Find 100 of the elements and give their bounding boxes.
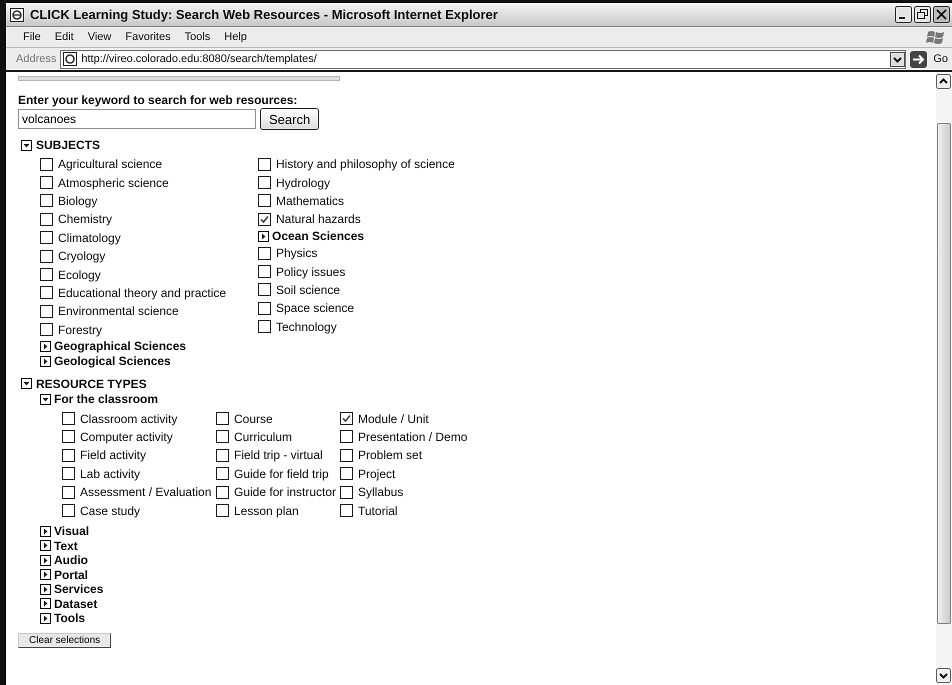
checkbox[interactable] bbox=[62, 467, 75, 480]
checkbox[interactable] bbox=[40, 250, 53, 263]
checkbox-label[interactable]: Lesson plan bbox=[234, 504, 299, 518]
section-heading[interactable]: RESOURCE TYPES bbox=[36, 376, 147, 391]
expand-icon[interactable] bbox=[258, 230, 269, 242]
collapse-icon[interactable] bbox=[21, 140, 32, 150]
category-heading[interactable]: Ocean Sciences bbox=[272, 229, 364, 244]
checkbox[interactable] bbox=[40, 268, 53, 282]
checkbox[interactable] bbox=[258, 320, 271, 334]
checkbox-label[interactable]: Space science bbox=[276, 301, 354, 316]
checkbox-label[interactable]: Curriculum bbox=[234, 430, 292, 444]
checkbox-label[interactable]: Forestry bbox=[58, 322, 102, 337]
checkbox-label[interactable]: Classroom activity bbox=[80, 412, 178, 426]
checkbox-label[interactable]: Chemistry bbox=[58, 212, 112, 226]
expand-icon[interactable] bbox=[40, 540, 51, 551]
category-heading[interactable]: Visual bbox=[54, 524, 90, 538]
checkbox[interactable] bbox=[216, 430, 229, 444]
checkbox[interactable] bbox=[62, 412, 75, 426]
expand-icon[interactable] bbox=[40, 340, 51, 352]
menu-item[interactable]: File bbox=[16, 31, 48, 43]
checkbox[interactable] bbox=[258, 176, 271, 190]
scroll-down-icon[interactable] bbox=[936, 668, 951, 683]
checkbox[interactable] bbox=[258, 194, 271, 208]
checkbox[interactable] bbox=[40, 304, 53, 318]
collapse-icon[interactable] bbox=[21, 378, 32, 390]
checkbox-label[interactable]: Agricultural science bbox=[58, 157, 162, 172]
expand-icon[interactable] bbox=[40, 584, 51, 594]
checkbox[interactable] bbox=[40, 323, 53, 336]
checkbox-label[interactable]: Ecology bbox=[58, 268, 101, 282]
clear-selections-button[interactable]: Clear selections bbox=[18, 633, 112, 648]
menu-item[interactable]: View bbox=[80, 31, 118, 43]
checkbox[interactable] bbox=[62, 430, 75, 444]
expand-icon[interactable] bbox=[40, 526, 51, 536]
restore-icon[interactable] bbox=[914, 6, 931, 23]
checkbox-label[interactable]: Project bbox=[358, 466, 396, 481]
collapse-icon[interactable] bbox=[40, 394, 51, 405]
scroll-up-icon[interactable] bbox=[936, 74, 951, 89]
checkbox-label[interactable]: Natural hazards bbox=[276, 212, 361, 226]
checkbox[interactable] bbox=[40, 194, 53, 208]
scrollbar[interactable] bbox=[936, 72, 952, 685]
checkbox[interactable] bbox=[258, 158, 271, 171]
checkbox-label[interactable]: Guide for field trip bbox=[234, 466, 329, 481]
go-button[interactable]: Go bbox=[933, 53, 948, 65]
checkbox[interactable] bbox=[40, 212, 53, 226]
checkbox-label[interactable]: Biology bbox=[58, 194, 98, 208]
minimize-icon[interactable] bbox=[895, 6, 912, 23]
checkbox-label[interactable]: Policy issues bbox=[276, 264, 346, 279]
close-icon[interactable] bbox=[933, 6, 950, 23]
search-button[interactable]: Search bbox=[260, 108, 320, 130]
scroll-thumb[interactable] bbox=[937, 123, 951, 624]
category-heading[interactable]: Audio bbox=[54, 553, 88, 567]
checkbox[interactable] bbox=[62, 486, 75, 499]
checkbox[interactable] bbox=[340, 412, 353, 426]
checkbox-label[interactable]: History and philosophy of science bbox=[276, 157, 455, 172]
menu-item[interactable]: Help bbox=[217, 31, 254, 43]
checkbox[interactable] bbox=[216, 467, 229, 480]
checkbox-label[interactable]: Guide for instructor bbox=[234, 485, 336, 500]
checkbox[interactable] bbox=[340, 448, 353, 462]
menu-item[interactable]: Edit bbox=[48, 31, 81, 43]
checkbox-label[interactable]: Environmental science bbox=[58, 304, 179, 318]
checkbox[interactable] bbox=[258, 265, 271, 278]
expand-icon[interactable] bbox=[40, 569, 51, 580]
checkbox-label[interactable]: Syllabus bbox=[358, 485, 404, 500]
checkbox[interactable] bbox=[340, 467, 353, 480]
checkbox[interactable] bbox=[216, 504, 229, 518]
category-heading[interactable]: Dataset bbox=[54, 596, 98, 610]
checkbox[interactable] bbox=[258, 283, 271, 296]
checkbox-label[interactable]: Field trip - virtual bbox=[234, 448, 323, 462]
checkbox[interactable] bbox=[340, 430, 353, 444]
checkbox-label[interactable]: Case study bbox=[80, 504, 140, 518]
checkbox-label[interactable]: Tutorial bbox=[358, 504, 398, 518]
category-heading[interactable]: Geological Sciences bbox=[54, 354, 171, 368]
checkbox[interactable] bbox=[258, 302, 271, 315]
expand-icon[interactable] bbox=[40, 612, 51, 624]
expand-icon[interactable] bbox=[40, 554, 51, 566]
checkbox-label[interactable]: Educational theory and practice bbox=[58, 286, 226, 300]
checkbox[interactable] bbox=[216, 448, 229, 462]
checkbox[interactable] bbox=[62, 448, 75, 462]
checkbox[interactable] bbox=[216, 412, 229, 426]
checkbox[interactable] bbox=[40, 231, 53, 244]
checkbox[interactable] bbox=[258, 246, 271, 260]
checkbox-label[interactable]: Assessment / Evaluation bbox=[80, 485, 212, 500]
category-heading[interactable]: For the classroom bbox=[54, 392, 158, 406]
checkbox[interactable] bbox=[40, 176, 53, 190]
checkbox-label[interactable]: Hydrology bbox=[276, 176, 330, 190]
checkbox-label[interactable]: Mathematics bbox=[276, 194, 344, 208]
search-field[interactable]: volcanoes bbox=[18, 109, 256, 129]
checkbox-label[interactable]: Problem set bbox=[358, 448, 422, 462]
category-heading[interactable]: Geographical Sciences bbox=[54, 339, 186, 354]
checkbox-label[interactable]: Course bbox=[234, 412, 273, 426]
category-heading[interactable]: Tools bbox=[54, 611, 86, 625]
address-field[interactable]: http://vireo.colorado.edu:8080/search/templates/ bbox=[60, 50, 906, 68]
checkbox[interactable] bbox=[40, 158, 53, 171]
category-heading[interactable]: Portal bbox=[54, 568, 88, 582]
checkbox[interactable] bbox=[216, 486, 229, 499]
checkbox-label[interactable]: Climatology bbox=[58, 230, 121, 245]
checkbox-label[interactable]: Module / Unit bbox=[358, 412, 429, 426]
section-heading[interactable]: SUBJECTS bbox=[36, 138, 100, 152]
menu-item[interactable]: Tools bbox=[178, 31, 218, 43]
checkbox-label[interactable]: Cryology bbox=[58, 249, 106, 264]
